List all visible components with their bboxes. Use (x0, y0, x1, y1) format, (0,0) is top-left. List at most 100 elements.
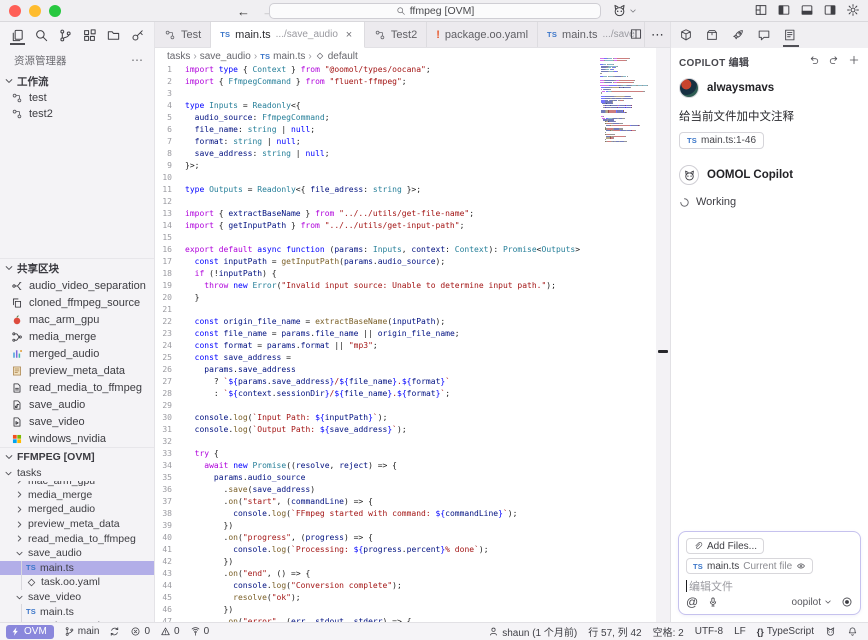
tab-main-ts[interactable]: TSmain.ts.../save_audio× (211, 22, 365, 48)
tab-package-oo-yaml[interactable]: !package.oo.yaml (427, 22, 538, 47)
symbol-icon (315, 51, 325, 61)
code-line: 26 params.save_address (155, 364, 600, 376)
item-label: main.ts (40, 562, 74, 574)
plus-button[interactable] (848, 54, 860, 69)
tab-test2[interactable]: Test2 (365, 22, 427, 47)
encoding[interactable]: UTF-8 (695, 626, 723, 637)
activity-key-button[interactable] (129, 25, 146, 45)
tree-item-read_media_to_ffmpeg[interactable]: read_media_to_ffmpeg (0, 531, 154, 546)
activity-extensions-button[interactable] (81, 25, 98, 45)
command-center-search[interactable]: ffmpeg [OVM] (269, 3, 601, 19)
notifications[interactable] (847, 626, 858, 637)
panel-tabs (670, 22, 868, 48)
shared-block-media_merge[interactable]: media_merge (0, 328, 154, 345)
copilot-menu-button[interactable] (612, 3, 637, 18)
tree-item-main.ts[interactable]: TSmain.ts (0, 604, 154, 619)
stop-button[interactable] (841, 596, 853, 608)
panel-tab-rocket[interactable] (731, 23, 747, 47)
model-selector[interactable]: oopilot (792, 597, 832, 608)
errors-count[interactable]: 0 (130, 626, 150, 637)
tree-item-task.oo.yaml[interactable]: task.oo.yaml (0, 575, 154, 590)
mention-button[interactable]: @ (686, 595, 698, 609)
code-line: 18 if (!inputPath) { (155, 268, 600, 280)
section-header[interactable]: FFMPEG [OVM] (0, 448, 154, 466)
sash-handle[interactable] (658, 350, 668, 353)
back-button[interactable]: ← (237, 4, 250, 19)
panel-tab-edit-file[interactable] (783, 23, 799, 47)
tree-item-preview_meta_data[interactable]: preview_meta_data (0, 517, 154, 532)
gear-button[interactable] (846, 3, 860, 20)
shared-block-save_audio[interactable]: save_audio (0, 396, 154, 413)
breadcrumb-item[interactable]: save_audio (200, 51, 251, 62)
split-editor-button[interactable] (629, 27, 643, 44)
sync-changes[interactable] (109, 626, 120, 637)
more-actions-button[interactable]: ⋯ (651, 27, 664, 43)
git-blame[interactable]: shaun (1 个月前) (488, 624, 577, 639)
microphone-button[interactable] (707, 596, 719, 608)
sidebar-explorer: 资源管理器 ⋯ 工作流testtest2 共享区块audio_video_sep… (0, 48, 155, 622)
panel-tab-blocks[interactable] (679, 23, 695, 47)
tree-item-tasks[interactable]: tasks (0, 466, 154, 481)
current-file-chip[interactable]: TS main.ts Current file (686, 558, 813, 574)
panel-bottom-button[interactable] (800, 3, 814, 20)
activity-folder-button[interactable] (105, 25, 122, 45)
panel-tab-package[interactable] (705, 23, 721, 47)
layout-button[interactable] (754, 3, 768, 20)
explorer-more-button[interactable]: ⋯ (131, 53, 144, 67)
ovm-indicator[interactable]: OVM (6, 625, 54, 639)
code-editor[interactable]: 1import type { Context } from "@oomol/ty… (155, 64, 600, 622)
redo-button[interactable] (828, 54, 840, 69)
shared-block-save_video[interactable]: save_video (0, 413, 154, 430)
minimap[interactable] (600, 58, 656, 142)
shared-block-audio_video_separation[interactable]: audio_video_separation (0, 277, 154, 294)
activity-search-button[interactable] (33, 25, 50, 45)
tab-test[interactable]: Test (155, 22, 211, 47)
undo-button[interactable] (808, 54, 820, 69)
close-icon[interactable]: × (343, 29, 355, 41)
chat-input[interactable]: 编辑文件 (686, 578, 853, 594)
panel-left-button[interactable] (777, 3, 791, 20)
cursor-position[interactable]: 行 57, 列 42 (588, 624, 641, 639)
status-label: shaun (1 个月前) (502, 624, 577, 639)
code-line: 2import { FfmpegCommand } from "fluent-f… (155, 76, 600, 88)
breadcrumb-item[interactable]: TSmain.ts (260, 51, 305, 62)
shared-block-merged_audio[interactable]: merged_audio (0, 345, 154, 362)
explorer-title: 资源管理器 (14, 53, 67, 68)
code-line: 13import { extractBaseName } from "../..… (155, 208, 600, 220)
tree-item-mac_arm_gpu[interactable]: mac_arm_gpu (0, 481, 154, 488)
shared-block-read_media_to_ffmpeg[interactable]: read_media_to_ffmpeg (0, 379, 154, 396)
breadcrumb-item[interactable]: default (315, 51, 358, 62)
tree-item-media_merge[interactable]: media_merge (0, 488, 154, 503)
git-branch[interactable]: main (64, 626, 100, 637)
tree-item-save_audio[interactable]: save_audio (0, 546, 154, 561)
tree-item-main.ts[interactable]: TSmain.ts (0, 561, 154, 576)
shared-block-preview_meta_data[interactable]: preview_meta_data (0, 362, 154, 379)
tree-item-merged_audio[interactable]: merged_audio (0, 502, 154, 517)
tree-item-save_video[interactable]: save_video (0, 590, 154, 605)
workflow-item-test2[interactable]: test2 (0, 106, 154, 122)
warnings-count[interactable]: 0 (160, 626, 180, 637)
editor-tabs: TestTSmain.ts.../save_audio×Test2!packag… (155, 22, 670, 48)
language-mode[interactable]: {}TypeScript (757, 626, 814, 637)
referenced-file-chip[interactable]: TS main.ts:1-46 (679, 132, 764, 149)
panel-tab-comment[interactable] (757, 23, 773, 47)
forwarded-ports[interactable]: 0 (190, 626, 210, 637)
section-header[interactable]: 共享区块 (0, 259, 154, 277)
indentation[interactable]: 空格: 2 (653, 624, 684, 639)
shared-block-mac_arm_gpu[interactable]: mac_arm_gpu (0, 311, 154, 328)
activity-files-button[interactable] (9, 25, 26, 45)
shared-block-cloned_ffmpeg_source[interactable]: cloned_ffmpeg_source (0, 294, 154, 311)
panel-right-button[interactable] (823, 3, 837, 20)
add-files-button[interactable]: Add Files... (686, 538, 764, 554)
shared-block-windows_nvidia[interactable]: windows_nvidia (0, 430, 154, 447)
maximize-window-button[interactable] (49, 5, 61, 17)
item-label: tasks (17, 467, 42, 479)
eol[interactable]: LF (734, 626, 746, 637)
breadcrumb-item[interactable]: tasks (167, 51, 190, 62)
section-header[interactable]: 工作流 (0, 72, 154, 90)
workflow-item-test[interactable]: test (0, 90, 154, 106)
copilot-status[interactable] (825, 626, 836, 637)
close-window-button[interactable] (9, 5, 21, 17)
activity-branch-button[interactable] (57, 25, 74, 45)
minimize-window-button[interactable] (29, 5, 41, 17)
